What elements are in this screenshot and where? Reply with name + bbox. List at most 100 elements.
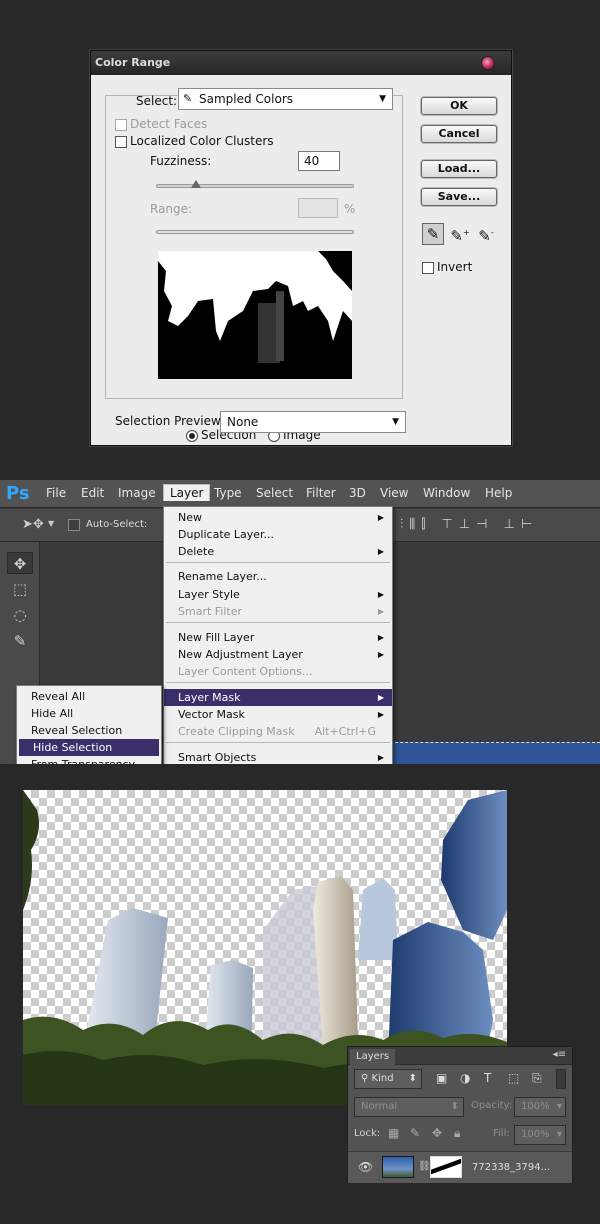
move-tool-icon[interactable]: ➤✥ (22, 517, 44, 532)
menu-window[interactable]: Window (423, 486, 470, 500)
dialog-titlebar: Color Range (91, 51, 511, 75)
layer-mask-thumbnail[interactable] (430, 1156, 462, 1178)
eyedropper-minus-icon[interactable]: ✎- (475, 223, 497, 245)
save-button[interactable]: Save... (421, 188, 497, 206)
photoshop-window: Ps File Edit Image Layer Type Select Fil… (0, 480, 600, 764)
load-button[interactable]: Load... (421, 160, 497, 178)
shape-filter-icon[interactable]: ⬚ (508, 1071, 519, 1085)
smart-object-filter-icon[interactable]: ⎘ (532, 1071, 542, 1086)
menu-edit[interactable]: Edit (81, 486, 104, 500)
lasso-tool-icon[interactable]: ◌ (7, 604, 33, 626)
layer-name[interactable]: 772338_3794... (472, 1162, 550, 1173)
menu-image[interactable]: Image (118, 486, 156, 500)
menu-item-layer-mask[interactable]: Layer Mask ▶ (164, 689, 392, 706)
layers-panel-header: Layers ◂≡ (348, 1047, 572, 1065)
layer-menu: New ▶ Duplicate Layer... Delete ▶ Rename L… (163, 506, 393, 764)
eyedropper-icon: ✎ (183, 92, 193, 105)
chevron-down-icon: ▼ (379, 94, 386, 104)
select-value: Sampled Colors (199, 92, 294, 106)
quick-select-tool-icon[interactable]: ✎ (7, 630, 33, 652)
opacity-label: Opacity: (471, 1100, 513, 1111)
panel-menu-icon[interactable]: ◂≡ (553, 1049, 566, 1060)
menu-view[interactable]: View (380, 486, 408, 500)
layer-mask-submenu: Reveal All Hide All Reveal Selection Hid… (16, 685, 162, 764)
layer-row[interactable]: 👁︎ ⛓ 772338_3794... (348, 1151, 572, 1183)
options-group: Select: ✎ Sampled Colors ▼ Detect Faces … (105, 88, 403, 442)
detect-faces-checkbox[interactable] (115, 119, 127, 131)
lock-transparent-icon[interactable]: ▦ (388, 1126, 399, 1140)
invert-label: Invert (437, 260, 473, 274)
select-label: Select: (136, 94, 178, 108)
canvas-selection-strip (390, 742, 600, 764)
chevron-down-icon[interactable]: ▼ (48, 519, 54, 528)
menu-item-hide-selection[interactable]: Hide Selection (19, 739, 159, 756)
menu-item-reveal-selection[interactable]: Reveal Selection (17, 722, 161, 739)
visibility-eye-icon[interactable]: 👁︎ (358, 1160, 373, 1174)
menu-item-from-transparency[interactable]: From Transparency (17, 756, 161, 764)
selection-radio[interactable] (186, 430, 198, 442)
menu-item-content-options: Layer Content Options... (178, 665, 313, 678)
cancel-button[interactable]: Cancel (421, 125, 497, 143)
menu-item-new-adjustment[interactable]: New Adjustment Layer ▶ (164, 646, 392, 663)
invert-checkbox[interactable] (422, 262, 434, 274)
auto-select-checkbox[interactable] (68, 519, 80, 531)
menu-filter[interactable]: Filter (306, 486, 336, 500)
dialog-title: Color Range (95, 56, 171, 69)
menu-item-smart-filter: Smart Filter ▶ (178, 605, 384, 618)
localized-clusters-label: Localized Color Clusters (130, 134, 274, 148)
menu-3d[interactable]: 3D (349, 486, 366, 500)
menu-layer[interactable]: Layer (163, 484, 211, 501)
menu-item-layer-style[interactable]: Layer Style ▶ (164, 586, 392, 603)
auto-select-label: Auto-Select: (86, 519, 148, 530)
fuzziness-input[interactable]: 40 (298, 151, 340, 171)
layers-tab[interactable]: Layers (350, 1049, 396, 1065)
menu-item-smart-objects[interactable]: Smart Objects ▶ (164, 749, 392, 764)
menu-help[interactable]: Help (485, 486, 512, 500)
localized-clusters-checkbox[interactable] (115, 136, 127, 148)
menu-item-reveal-all[interactable]: Reveal All (17, 688, 161, 705)
menu-item-hide-all[interactable]: Hide All (17, 705, 161, 722)
opacity-input[interactable]: 100% ▾ (514, 1097, 566, 1117)
fill-input[interactable]: 100% ▾ (514, 1125, 566, 1145)
kind-filter-dropdown[interactable]: ⚲ Kind ⬍ (354, 1069, 422, 1089)
fuzziness-slider-thumb[interactable] (191, 180, 201, 188)
eyedropper-plus-icon[interactable]: ✎+ (449, 223, 471, 245)
menu-type[interactable]: Type (214, 486, 242, 500)
selection-preview-dropdown[interactable]: None ▼ (220, 411, 406, 433)
move-tool-icon[interactable]: ✥ (7, 552, 33, 574)
fuzziness-label: Fuzziness: (150, 154, 212, 168)
fill-label: Fill: (493, 1128, 510, 1139)
ps-logo: Ps (6, 483, 30, 504)
adjustment-filter-icon[interactable]: ◑ (460, 1071, 470, 1085)
lock-all-icon[interactable]: 🔒︎ (454, 1126, 460, 1141)
menu-bar: Ps File Edit Image Layer Type Select Fil… (0, 480, 600, 508)
image-filter-icon[interactable]: ▣ (436, 1071, 447, 1085)
blend-mode-dropdown[interactable]: Normal ⬍ (354, 1097, 464, 1117)
close-icon[interactable] (481, 56, 495, 70)
menu-item-clipping-mask: Create Clipping Mask Alt+Ctrl+G (178, 725, 376, 738)
menu-file[interactable]: File (46, 486, 66, 500)
menu-item-new[interactable]: New ▶ (164, 509, 392, 526)
ok-button[interactable]: OK (421, 97, 497, 115)
menu-item-new-fill[interactable]: New Fill Layer ▶ (164, 629, 392, 646)
menu-select[interactable]: Select (256, 486, 293, 500)
select-dropdown[interactable]: ✎ Sampled Colors ▼ (178, 88, 393, 110)
chevron-down-icon: ▼ (392, 417, 399, 427)
filter-toggle[interactable] (556, 1069, 566, 1089)
menu-item-duplicate[interactable]: Duplicate Layer... (164, 526, 392, 543)
align-icons[interactable]: ⫶⫼⫿ ⊤⊥⊣ ⊥⊢ (400, 517, 538, 532)
menu-item-vector-mask[interactable]: Vector Mask ▶ (164, 706, 392, 723)
selection-preview-thumbnail (158, 251, 352, 379)
range-input (298, 198, 338, 218)
menu-item-delete[interactable]: Delete ▶ (164, 543, 392, 560)
layer-thumbnail (382, 1156, 414, 1178)
fuzziness-slider[interactable] (156, 184, 354, 188)
marquee-tool-icon[interactable]: ⬚ (7, 578, 33, 600)
type-filter-icon[interactable]: T (484, 1071, 491, 1085)
link-icon[interactable]: ⛓ (418, 1161, 431, 1172)
lock-move-icon[interactable]: ✥ (432, 1126, 442, 1140)
menu-item-rename[interactable]: Rename Layer... (164, 568, 392, 585)
layers-panel: Layers ◂≡ ⚲ Kind ⬍ ▣ ◑ T ⬚ ⎘ Normal ⬍ Opac… (347, 1046, 573, 1183)
eyedropper-icon[interactable]: ✎ (422, 223, 444, 245)
lock-brush-icon[interactable]: ✎ (410, 1126, 420, 1140)
